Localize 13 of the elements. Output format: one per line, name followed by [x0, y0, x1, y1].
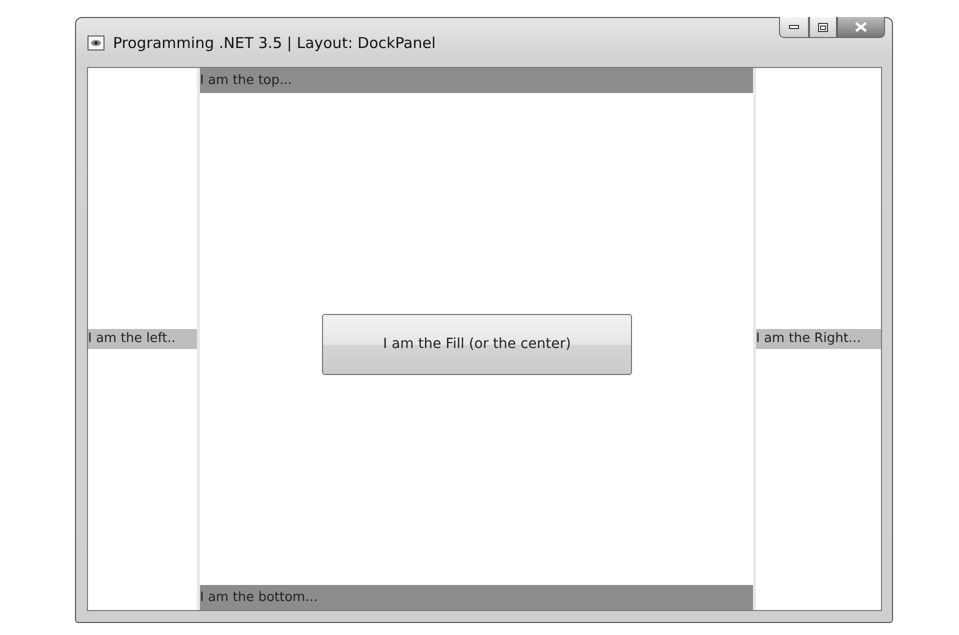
app-icon	[87, 34, 105, 50]
maximize-icon	[818, 22, 828, 32]
minimize-icon	[789, 25, 799, 29]
left-label: I am the left..	[88, 329, 197, 349]
top-label: I am the top...	[200, 68, 753, 93]
close-button[interactable]	[837, 17, 885, 38]
minimize-button[interactable]	[779, 17, 809, 38]
maximize-button[interactable]	[809, 17, 837, 38]
fill-button[interactable]: I am the Fill (or the center)	[322, 314, 632, 374]
bottom-label: I am the bottom...	[200, 585, 753, 610]
close-icon	[855, 22, 867, 32]
window-title: Programming .NET 3.5 | Layout: DockPanel	[113, 34, 436, 52]
right-label: I am the Right...	[756, 329, 881, 349]
